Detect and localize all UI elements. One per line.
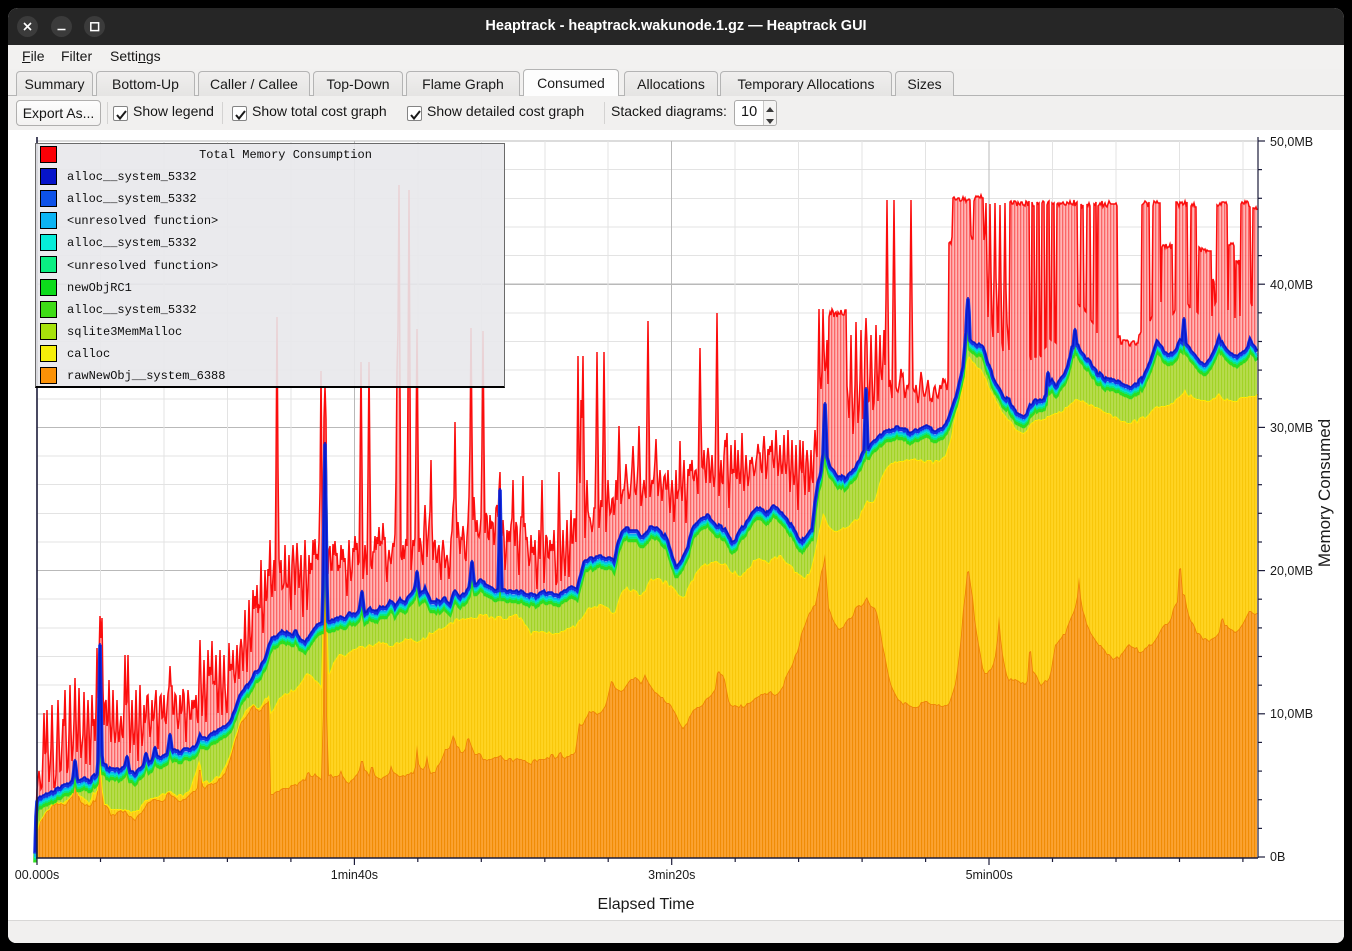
svg-text:0B: 0B bbox=[1270, 850, 1285, 864]
svg-text:00.000s: 00.000s bbox=[15, 868, 59, 882]
svg-text:50,0MB: 50,0MB bbox=[1270, 135, 1313, 149]
svg-text:3min20s: 3min20s bbox=[648, 868, 695, 882]
svg-text:1min40s: 1min40s bbox=[331, 868, 378, 882]
svg-text:Elapsed Time: Elapsed Time bbox=[598, 896, 695, 913]
svg-text:40,0MB: 40,0MB bbox=[1270, 278, 1313, 292]
svg-text:30,0MB: 30,0MB bbox=[1270, 421, 1313, 435]
svg-text:Memory Consumed: Memory Consumed bbox=[1315, 419, 1334, 567]
svg-text:10,0MB: 10,0MB bbox=[1270, 707, 1313, 721]
svg-text:20,0MB: 20,0MB bbox=[1270, 564, 1313, 578]
svg-text:5min00s: 5min00s bbox=[966, 868, 1013, 882]
